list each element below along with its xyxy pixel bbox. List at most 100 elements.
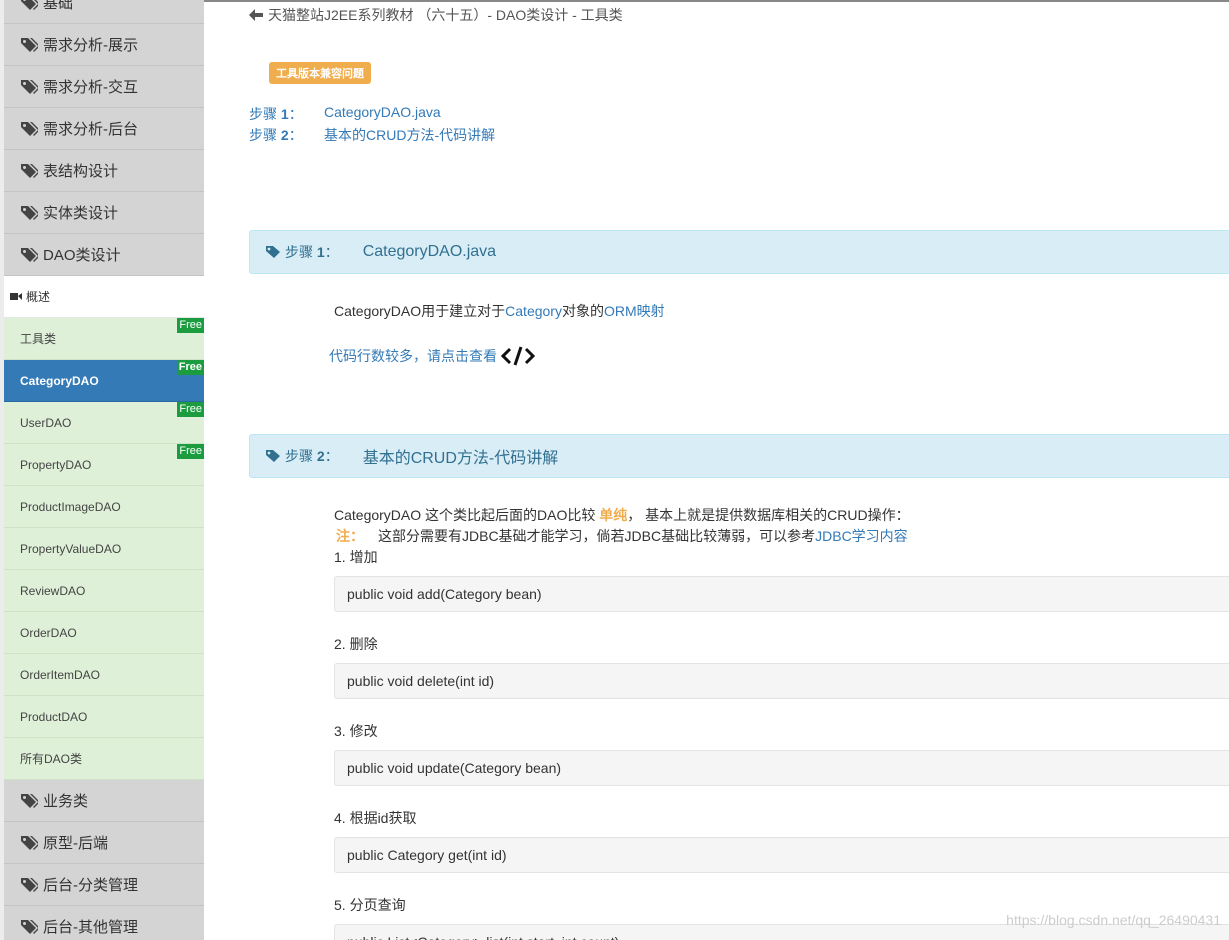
sidebar-category-label: 后台-分类管理	[43, 877, 138, 894]
sidebar-category-table-design[interactable]: 表结构设计	[4, 150, 204, 192]
sidebar-item-label: OrderItemDAO	[20, 667, 101, 682]
view-code-label: 代码行数较多，请点击查看	[329, 348, 497, 364]
tag-icon	[266, 450, 280, 462]
intro-text: ， 基本上就是提供数据库相关的CRUD操作：	[627, 507, 910, 523]
toc-step-2[interactable]: 步骤 2： 基本的CRUD方法-代码讲解	[249, 125, 495, 145]
code-icon	[501, 346, 535, 366]
sidebar-category-label: 实体类设计	[43, 205, 119, 222]
sidebar-item-reviewdao[interactable]: ReviewDAO	[4, 570, 204, 612]
sidebar-item-label: UserDAO	[20, 415, 72, 430]
sidebar-category-service[interactable]: 业务类	[4, 780, 204, 822]
tags-icon	[21, 919, 38, 934]
sidebar-item-orderdao[interactable]: OrderDAO	[4, 612, 204, 654]
sidebar-item-orderitemdao[interactable]: OrderItemDAO	[4, 654, 204, 696]
sidebar-category-prototype-backend[interactable]: 原型-后端	[4, 822, 204, 864]
main-content: 天猫整站J2EE系列教材 （六十五）- DAO类设计 - 工具类 工具版本兼容问…	[204, 0, 1229, 940]
tag-icon	[266, 246, 280, 258]
sidebar-category-label: 表结构设计	[43, 163, 119, 180]
step-title: CategoryDAO.java	[362, 243, 497, 260]
sidebar-item-categorydao[interactable]: CategoryDAO Free	[4, 360, 204, 402]
arrow-left-icon	[249, 9, 263, 21]
step-num: 2	[316, 448, 325, 464]
desc-text: 对象的	[561, 303, 604, 319]
step-1-header: 步骤 1： CategoryDAO.java	[249, 230, 1229, 274]
note-text: 这部分需要有JDBC基础才能学习，倘若JDBC基础比较薄弱，可以参考	[378, 528, 816, 544]
free-badge: Free	[177, 402, 204, 417]
code-snippet-delete: public void delete(int id)	[334, 663, 1229, 699]
tags-icon	[21, 835, 38, 850]
sidebar-category-admin-category[interactable]: 后台-分类管理	[4, 864, 204, 906]
toc-step-word: 步骤	[249, 106, 277, 122]
step-label: 步骤	[285, 448, 313, 464]
sidebar-section-label: 概述	[26, 290, 51, 304]
sidebar-category-entity-design[interactable]: 实体类设计	[4, 192, 204, 234]
step-2-header: 步骤 2： 基本的CRUD方法-代码讲解	[249, 434, 1229, 478]
sidebar-item-tools[interactable]: 工具类 Free	[4, 318, 204, 360]
breadcrumb-text: 天猫整站J2EE系列教材 （六十五）- DAO类设计 - 工具类	[268, 7, 623, 23]
code-snippet-update: public void update(Category bean)	[334, 750, 1229, 786]
sidebar-item-label: OrderDAO	[20, 625, 77, 640]
op-label: 5. 分页查询	[334, 897, 406, 913]
toc-step-word: 步骤	[249, 127, 277, 143]
sidebar-item-label: 工具类	[20, 332, 57, 346]
sidebar-category-basics[interactable]: 基础	[4, 0, 204, 24]
sidebar-item-productdao[interactable]: ProductDAO	[4, 696, 204, 738]
op-label: 3. 修改	[334, 723, 378, 739]
sidebar-item-label: PropertyDAO	[20, 457, 92, 472]
tags-icon	[21, 247, 38, 262]
breadcrumb[interactable]: 天猫整站J2EE系列教材 （六十五）- DAO类设计 - 工具类	[249, 5, 623, 25]
intro-text: CategoryDAO 这个类比起后面的DAO比较	[334, 507, 600, 523]
op-label: 1. 增加	[334, 549, 378, 565]
code-snippet-add: public void add(Category bean)	[334, 576, 1229, 612]
version-compat-badge[interactable]: 工具版本兼容问题	[269, 62, 371, 84]
op-label: 4. 根据id获取	[334, 810, 417, 826]
sidebar-item-propertydao[interactable]: PropertyDAO Free	[4, 444, 204, 486]
sidebar-category-label: 业务类	[43, 793, 89, 810]
toc-step-sep: ：	[288, 106, 303, 122]
sidebar-category-label: 原型-后端	[43, 835, 108, 852]
sidebar-category-label: 后台-其他管理	[43, 919, 138, 936]
sidebar-item-label: ReviewDAO	[20, 583, 86, 598]
note-label: 注：	[336, 528, 364, 544]
sidebar-category-label: 需求分析-展示	[43, 37, 138, 54]
tags-icon	[21, 121, 38, 136]
code-snippet-get: public Category get(int id)	[334, 837, 1229, 873]
sidebar-category-label: 需求分析-交互	[43, 79, 138, 96]
sidebar-category-req-display[interactable]: 需求分析-展示	[4, 24, 204, 66]
sidebar-category-req-backend[interactable]: 需求分析-后台	[4, 108, 204, 150]
toc-step-num: 1	[280, 106, 289, 122]
sidebar-category-label: 需求分析-后台	[43, 121, 138, 138]
view-code-link[interactable]: 代码行数较多，请点击查看	[329, 345, 535, 367]
tags-icon	[21, 205, 38, 220]
emphasis-text: 单纯	[599, 507, 628, 523]
toc-step-sep: ：	[288, 127, 303, 143]
tags-icon	[21, 793, 38, 808]
toc-step-num: 2	[280, 127, 289, 143]
video-camera-icon	[10, 293, 22, 300]
sidebar-category-admin-other[interactable]: 后台-其他管理	[4, 906, 204, 940]
sidebar-section-overview[interactable]: 概述	[4, 276, 204, 318]
sidebar: 基础 需求分析-展示 需求分析-交互 需求分析-后台 表结构设计 实体类设计 D…	[0, 0, 204, 940]
toc-step-title: CategoryDAO.java	[324, 104, 441, 120]
step-2-note: 注： 这部分需要有JDBC基础才能学习，倘若JDBC基础比较薄弱，可以参考JDBC…	[334, 526, 908, 546]
sidebar-category-label: 基础	[43, 0, 74, 12]
toc-step-1[interactable]: 步骤 1： CategoryDAO.java	[249, 104, 441, 124]
orm-link[interactable]: ORM映射	[604, 303, 665, 319]
sidebar-category-dao-design[interactable]: DAO类设计	[4, 234, 204, 276]
sidebar-item-all-dao[interactable]: 所有DAO类	[4, 738, 204, 780]
sidebar-item-userdao[interactable]: UserDAO Free	[4, 402, 204, 444]
top-divider	[204, 0, 1229, 2]
category-link[interactable]: Category	[505, 303, 562, 319]
step-num: 1	[316, 244, 325, 260]
op-label: 2. 删除	[334, 636, 378, 652]
sidebar-item-propertyvaluedao[interactable]: PropertyValueDAO	[4, 528, 204, 570]
sidebar-item-label: CategoryDAO	[20, 373, 99, 388]
step-2-intro: CategoryDAO 这个类比起后面的DAO比较 单纯， 基本上就是提供数据库…	[334, 505, 910, 525]
tags-icon	[21, 163, 38, 178]
watermark: https://blog.csdn.net/qq_26490431	[1006, 912, 1221, 928]
free-badge: Free	[176, 360, 204, 375]
sidebar-item-productimagedao[interactable]: ProductImageDAO	[4, 486, 204, 528]
sidebar-category-req-interaction[interactable]: 需求分析-交互	[4, 66, 204, 108]
free-badge: Free	[177, 444, 204, 459]
jdbc-link[interactable]: JDBC学习内容	[815, 528, 908, 544]
